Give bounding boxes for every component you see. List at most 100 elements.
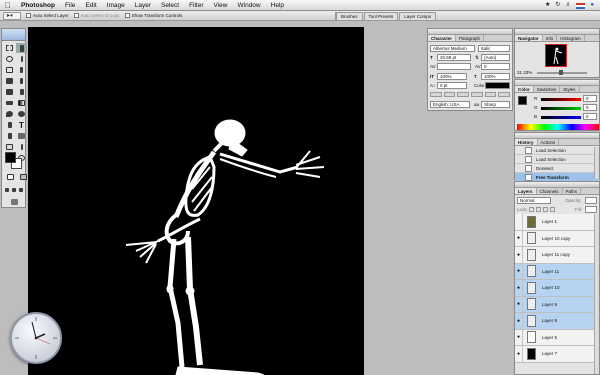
layer-row[interactable]: Layer 1: [515, 213, 596, 231]
menu-help[interactable]: Help: [266, 0, 289, 11]
history-scrollbar[interactable]: [594, 147, 599, 179]
lock-image-icon[interactable]: [536, 207, 541, 212]
document-canvas[interactable]: [28, 27, 364, 375]
tab-layers[interactable]: Layers: [515, 188, 537, 194]
layer-visibility-eye-icon[interactable]: ●: [515, 312, 523, 329]
layer-visibility-eye-icon[interactable]: ●: [515, 279, 523, 296]
layer-visibility-eye-icon[interactable]: ●: [515, 296, 523, 313]
well-tab-brushes[interactable]: Brushes: [336, 12, 363, 20]
menu-filter[interactable]: Filter: [184, 0, 208, 11]
well-tab-layer-comps[interactable]: Layer Comps: [399, 12, 437, 20]
marquee-tool-icon[interactable]: [4, 43, 15, 53]
baseline-shift-field[interactable]: 0 pt: [437, 82, 467, 89]
screen-mode-full-icon[interactable]: [18, 185, 24, 195]
tab-styles[interactable]: Styles: [560, 86, 580, 92]
color-foreground-swatch[interactable]: [518, 96, 527, 105]
show-transform-controls-checkbox[interactable]: Show Transform Controls: [124, 13, 182, 18]
move-tool-icon[interactable]: [16, 43, 27, 53]
navigator-zoom-value[interactable]: 31.33%: [517, 70, 532, 75]
language-select[interactable]: English: USA: [430, 101, 470, 108]
layer-row[interactable]: ● Layer 5: [515, 329, 596, 346]
font-family-select[interactable]: Albertus Medium: [430, 45, 475, 52]
history-brush-tool-icon[interactable]: [16, 87, 27, 97]
layer-row[interactable]: ● Layer 11 copy: [515, 246, 596, 264]
opacity-field[interactable]: [585, 197, 597, 204]
layer-visibility-eye-icon[interactable]: ●: [515, 246, 523, 263]
toolbox-header-feather-icon[interactable]: [2, 29, 25, 41]
dodge-tool-icon[interactable]: [16, 109, 27, 119]
clock-widget[interactable]: [10, 312, 62, 364]
leading-field[interactable]: (Auto): [481, 54, 510, 61]
tab-histogram[interactable]: Histogram: [557, 35, 585, 41]
input-flag-icon[interactable]: [576, 2, 586, 9]
blur-tool-icon[interactable]: [4, 109, 15, 119]
lock-all-icon[interactable]: [550, 207, 555, 212]
layer-row[interactable]: ● Layer 10: [515, 279, 596, 297]
text-color-swatch[interactable]: [485, 82, 510, 89]
slice-tool-icon[interactable]: [16, 65, 27, 75]
screen-mode-full-menu-icon[interactable]: [11, 185, 17, 195]
well-tab-tool-presets[interactable]: Tool Presets: [363, 12, 399, 20]
menu-photoshop[interactable]: Photoshop: [16, 0, 60, 11]
green-slider[interactable]: [541, 107, 581, 110]
faux-italic-button[interactable]: [443, 92, 456, 97]
lasso-tool-icon[interactable]: [4, 54, 15, 64]
lock-transparent-icon[interactable]: [529, 207, 534, 212]
tab-paragraph[interactable]: Paragraph: [456, 35, 485, 41]
font-style-select[interactable]: Italic: [478, 45, 510, 52]
font-size-field[interactable]: 20.69 pt: [437, 54, 471, 61]
menu-select[interactable]: Select: [156, 0, 184, 11]
red-value[interactable]: 0: [583, 95, 597, 102]
tracking-field[interactable]: 0: [481, 63, 510, 70]
sync-icon[interactable]: ↻: [555, 0, 560, 11]
history-state[interactable]: Load Selection: [515, 146, 599, 155]
spotlight-icon[interactable]: ●: [590, 0, 594, 11]
layer-visibility-eye-icon[interactable]: [515, 213, 523, 230]
menu-file[interactable]: File: [60, 0, 80, 11]
eraser-tool-icon[interactable]: [4, 98, 15, 108]
shape-tool-icon[interactable]: [16, 131, 27, 141]
pen-tool-icon[interactable]: [4, 131, 15, 141]
color-ramp[interactable]: [517, 124, 599, 130]
menu-view[interactable]: View: [209, 0, 233, 11]
strikethrough-button[interactable]: [498, 92, 511, 97]
green-value[interactable]: 0: [583, 104, 597, 111]
tab-color[interactable]: Color: [515, 86, 534, 92]
layer-visibility-eye-icon[interactable]: ●: [515, 230, 523, 247]
small-caps-button[interactable]: [471, 92, 483, 97]
menu-window[interactable]: Window: [233, 0, 266, 11]
layer-row[interactable]: ● Layer 10 copy: [515, 230, 596, 247]
volume-icon[interactable]: ♬: [565, 0, 571, 11]
notes-tool-icon[interactable]: [4, 142, 15, 152]
auto-select-layer-checkbox[interactable]: Auto Select Layer: [26, 13, 69, 18]
path-selection-tool-icon[interactable]: [4, 120, 15, 130]
crop-tool-icon[interactable]: [4, 65, 15, 75]
tab-navigator[interactable]: Navigator: [515, 35, 543, 41]
menu-edit[interactable]: Edit: [80, 0, 101, 11]
apple-menu-icon[interactable]: : [0, 0, 16, 11]
underline-button[interactable]: [484, 92, 497, 97]
menu-image[interactable]: Image: [102, 0, 130, 11]
layer-row[interactable]: ● Layer 11: [515, 263, 596, 280]
screen-mode-standard-icon[interactable]: [4, 185, 10, 195]
faux-bold-button[interactable]: [430, 92, 442, 97]
tab-actions[interactable]: Actions: [538, 139, 560, 145]
standard-mode-icon[interactable]: [5, 172, 16, 182]
history-state[interactable]: Deselect: [515, 164, 599, 173]
tab-channels[interactable]: Channels: [537, 188, 563, 194]
layer-row[interactable]: ● Layer 9: [515, 296, 596, 313]
layer-visibility-eye-icon[interactable]: ●: [515, 263, 523, 280]
healing-brush-tool-icon[interactable]: [4, 76, 15, 86]
gradient-tool-icon[interactable]: [16, 98, 27, 108]
vertical-scale-field[interactable]: 100%: [437, 73, 467, 80]
horizontal-scale-field[interactable]: 100%: [481, 73, 510, 80]
bluetooth-icon[interactable]: ★: [545, 0, 550, 11]
jump-to-imageready-icon[interactable]: [9, 197, 20, 207]
tab-paths[interactable]: Paths: [563, 188, 582, 194]
navigator-thumbnail[interactable]: [545, 44, 567, 67]
layer-row[interactable]: ● Layer 7: [515, 345, 596, 363]
lock-position-icon[interactable]: [543, 207, 548, 212]
layers-scrollbar[interactable]: [594, 214, 599, 374]
menu-layer[interactable]: Layer: [130, 0, 156, 11]
layer-visibility-eye-icon[interactable]: ●: [515, 329, 523, 346]
